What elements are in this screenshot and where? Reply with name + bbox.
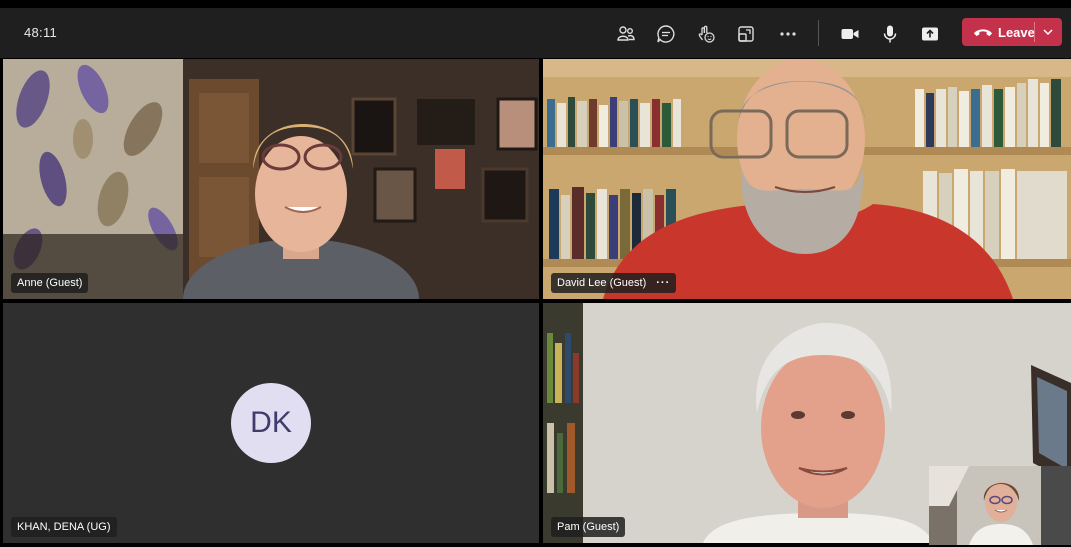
people-button[interactable]	[612, 20, 640, 48]
participant-name-badge: KHAN, DENA (UG)	[11, 517, 117, 537]
toolbar-separator	[818, 20, 819, 46]
meeting-toolbar: 48:11 Leave	[0, 8, 1071, 58]
participant-more-icon[interactable]: ···	[656, 277, 670, 289]
more-actions-button[interactable]	[774, 20, 802, 48]
self-view-video[interactable]	[929, 466, 1071, 545]
rooms-button[interactable]	[732, 20, 760, 48]
video-tile-dena-khan[interactable]: DK KHAN, DENA (UG)	[3, 303, 539, 543]
hang-up-icon	[972, 25, 994, 39]
participant-name: Pam (Guest)	[557, 521, 620, 533]
mic-icon	[883, 25, 897, 43]
share-icon	[922, 27, 938, 41]
share-button[interactable]	[916, 20, 944, 48]
david-video-feed	[543, 59, 1071, 299]
more-icon	[780, 32, 796, 36]
participant-name-badge: Anne (Guest)	[11, 273, 89, 293]
leave-label: Leave	[998, 24, 1035, 40]
chat-button[interactable]	[652, 20, 680, 48]
participant-name-badge: Pam (Guest)	[551, 517, 626, 537]
video-tile-anne[interactable]: Anne (Guest)	[3, 59, 539, 299]
people-icon	[617, 26, 635, 41]
participant-name: KHAN, DENA (UG)	[17, 521, 111, 533]
chat-icon	[657, 25, 675, 43]
mic-button[interactable]	[876, 20, 904, 48]
self-video-feed	[929, 466, 1071, 545]
participant-name: Anne (Guest)	[17, 277, 83, 289]
video-tile-david-lee[interactable]: David Lee (Guest) ···	[543, 59, 1071, 299]
avatar: DK	[231, 383, 311, 463]
leave-button[interactable]: Leave	[962, 18, 1062, 46]
leave-divider	[1034, 22, 1035, 42]
meeting-timer: 48:11	[24, 25, 58, 40]
rooms-icon	[738, 26, 754, 42]
anne-video-feed	[3, 59, 539, 299]
participant-name: David Lee (Guest)	[557, 277, 647, 289]
window-top-bar	[0, 0, 1071, 8]
chevron-down-icon[interactable]	[1040, 24, 1056, 40]
camera-icon	[841, 29, 859, 39]
participant-name-badge: David Lee (Guest) ···	[551, 273, 677, 293]
camera-button[interactable]	[836, 20, 864, 48]
avatar-initials: DK	[250, 406, 292, 439]
reactions-button[interactable]	[692, 20, 720, 48]
reactions-icon	[698, 25, 715, 43]
